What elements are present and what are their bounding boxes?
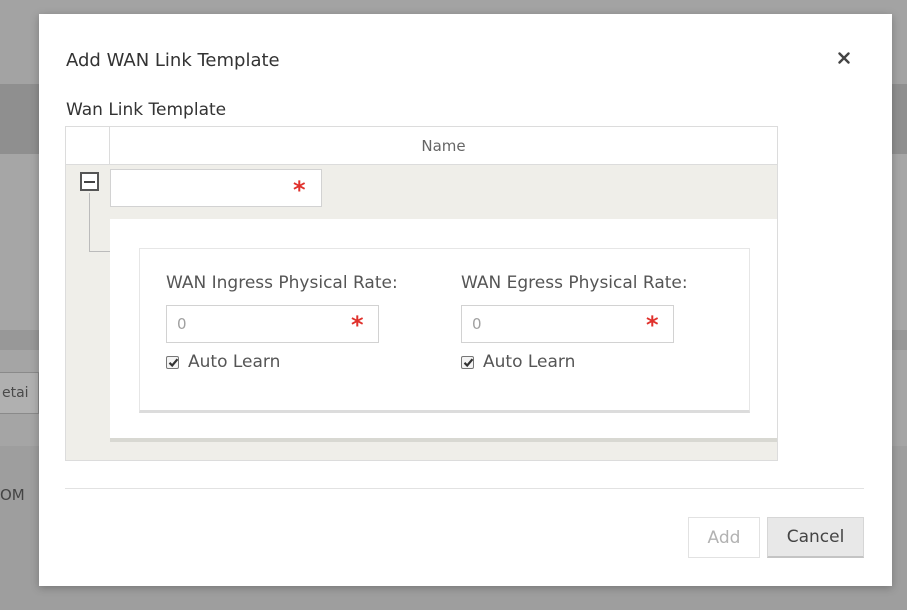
ingress-rate-input-container: * (166, 305, 379, 343)
background-fragment: etai (0, 372, 39, 414)
egress-rate-input[interactable] (462, 306, 673, 342)
name-field-container: * (110, 169, 322, 207)
footer-divider (65, 488, 864, 489)
add-button[interactable]: Add (688, 517, 760, 558)
egress-auto-learn-checkbox[interactable] (461, 355, 474, 369)
ingress-rate-input[interactable] (167, 306, 378, 342)
required-asterisk-icon: * (293, 176, 306, 204)
cancel-button[interactable]: Cancel (767, 517, 864, 558)
required-asterisk-icon: * (646, 311, 659, 339)
egress-rate-label: WAN Egress Physical Rate: (461, 273, 688, 293)
dialog-title: Add WAN Link Template (66, 50, 280, 71)
background-fragment: OM (0, 486, 25, 504)
tree-connector (89, 193, 90, 251)
section-label: Wan Link Template (66, 100, 227, 120)
close-icon[interactable] (835, 49, 853, 67)
ingress-auto-learn-label: Auto Learn (188, 352, 281, 372)
required-asterisk-icon: * (351, 311, 364, 339)
grid-header-spacer (66, 127, 110, 165)
grid-header: Name (66, 127, 777, 165)
wan-link-template-grid: Name * WAN Ingress Physical Rate: * (65, 126, 778, 461)
ingress-rate-field: WAN Ingress Physical Rate: * Auto Learn (166, 273, 398, 375)
egress-auto-learn-label: Auto Learn (483, 352, 576, 372)
ingress-auto-learn-checkbox[interactable] (166, 355, 179, 369)
name-input[interactable] (111, 170, 321, 206)
ingress-auto-learn: Auto Learn (166, 349, 398, 375)
physical-rate-form: WAN Ingress Physical Rate: * Auto Learn … (139, 248, 750, 413)
row-detail-panel: WAN Ingress Physical Rate: * Auto Learn … (110, 219, 777, 442)
collapse-row-icon[interactable] (80, 172, 99, 191)
egress-rate-field: WAN Egress Physical Rate: * Auto Learn (461, 273, 688, 375)
egress-auto-learn: Auto Learn (461, 349, 688, 375)
column-header-name: Name (421, 137, 466, 155)
tree-connector (89, 251, 110, 252)
add-wan-link-template-dialog: Add WAN Link Template Wan Link Template … (39, 14, 892, 586)
ingress-rate-label: WAN Ingress Physical Rate: (166, 273, 398, 293)
egress-rate-input-container: * (461, 305, 674, 343)
